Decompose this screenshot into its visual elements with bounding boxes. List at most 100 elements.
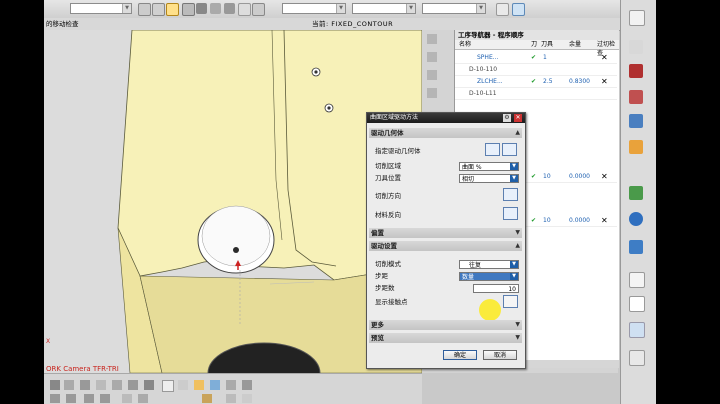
- snap-icon[interactable]: [166, 3, 179, 16]
- tool-value: 10: [543, 173, 551, 180]
- clock-icon[interactable]: [629, 272, 645, 288]
- surface-area-drive-dialog: 曲面区域驱动方法 ⚙ ✕ 驱动几何体 ▲ 指定驱动几何体 切削区域 曲面 % ▼ 刀…: [366, 112, 526, 369]
- box-icon[interactable]: [210, 380, 220, 390]
- section-more[interactable]: 更多 ▼: [369, 320, 522, 330]
- tool-icon[interactable]: [496, 3, 509, 16]
- arrow-icon[interactable]: [84, 394, 94, 403]
- geometry-tab-icon[interactable]: [629, 114, 643, 128]
- chevron-down-icon: ▼: [336, 4, 345, 13]
- cube-icon[interactable]: [512, 3, 525, 16]
- cut-pattern-label: 切削模式: [375, 260, 401, 268]
- cross-icon: ✕: [601, 216, 608, 225]
- page-icon[interactable]: [629, 296, 645, 312]
- method-combo[interactable]: ▼: [352, 3, 416, 14]
- machine-icon[interactable]: [629, 64, 643, 78]
- palette-icon[interactable]: [629, 186, 643, 200]
- navigator-tab-icon[interactable]: [629, 10, 645, 26]
- flashlight-icon[interactable]: [502, 143, 517, 156]
- nav-toolbar-icon[interactable]: [427, 70, 437, 80]
- cut-area-select[interactable]: 曲面 % ▼: [459, 162, 519, 171]
- solid-icon[interactable]: [202, 394, 212, 403]
- material-direction-label: 材料反向: [375, 211, 401, 219]
- tool-tab-icon[interactable]: [629, 90, 643, 104]
- tool-value: 2.5: [543, 78, 553, 85]
- cancel-button[interactable]: 取消: [483, 350, 517, 360]
- current-mode-text: 当前: FIXED_CONTOUR: [312, 20, 394, 28]
- dialog-titlebar[interactable]: 曲面区域驱动方法 ⚙ ✕: [367, 113, 525, 123]
- group-name: D-10-L11: [469, 90, 497, 97]
- nav-toolbar-icon[interactable]: [427, 52, 437, 62]
- chevron-up-icon: ▲: [515, 129, 520, 136]
- cube-icon[interactable]: [194, 380, 204, 390]
- system-icon[interactable]: [629, 350, 645, 366]
- settings-icon[interactable]: [629, 40, 643, 54]
- section-drive-settings[interactable]: 驱动设置 ▲: [369, 241, 522, 251]
- ok-button[interactable]: 确定: [443, 350, 477, 360]
- chevron-down-icon: ▼: [515, 321, 520, 328]
- tool-icon[interactable]: [138, 394, 148, 403]
- shade-icon[interactable]: [242, 394, 252, 403]
- move-icon[interactable]: [238, 3, 251, 16]
- section-drive-geometry[interactable]: 驱动几何体 ▲: [369, 128, 522, 138]
- table-row[interactable]: ZLCHE... ✔ 2.5 0.8300 ✕: [455, 76, 617, 88]
- close-icon[interactable]: ✕: [514, 114, 522, 122]
- operation-name: SPHE...: [477, 54, 499, 61]
- chevron-down-icon: ▼: [406, 4, 415, 13]
- cut-pattern-select[interactable]: 往复 ▼: [459, 260, 519, 269]
- chevron-down-icon: ▼: [515, 334, 520, 341]
- left-status-text: 的移动检查: [46, 20, 79, 28]
- step-over-select[interactable]: 数量 ▼: [459, 272, 519, 281]
- edit-icon[interactable]: [144, 380, 154, 390]
- web-icon[interactable]: [629, 212, 643, 226]
- arrow-icon[interactable]: [100, 394, 110, 403]
- tool-position-label: 刀具位置: [375, 174, 401, 182]
- cross-arrows-icon[interactable]: [503, 207, 518, 220]
- section-title: 驱动设置: [371, 242, 397, 250]
- view-icon[interactable]: [224, 3, 235, 14]
- assembly-icon[interactable]: [152, 3, 165, 16]
- select-icon[interactable]: [138, 3, 151, 16]
- arrow-icon[interactable]: [50, 394, 60, 403]
- layer-icon[interactable]: [50, 380, 60, 390]
- rotate-icon[interactable]: [128, 380, 138, 390]
- point-icon[interactable]: [182, 3, 195, 16]
- layer-combo[interactable]: ▼: [282, 3, 346, 14]
- nav-toolbar-icon[interactable]: [427, 88, 437, 98]
- section-preview[interactable]: 预览 ▼: [369, 333, 522, 343]
- chevron-down-icon: ▼: [510, 163, 518, 170]
- direction-arrow-icon[interactable]: [503, 188, 518, 201]
- table-row[interactable]: SPHE... ✔ 1 ✕: [455, 52, 617, 64]
- table-row[interactable]: D-10-110: [455, 64, 617, 76]
- role-icon[interactable]: [629, 322, 645, 338]
- render-icon[interactable]: [226, 394, 236, 403]
- method-tab-icon[interactable]: [629, 140, 643, 154]
- gear-icon[interactable]: ⚙: [503, 114, 511, 122]
- tool-value: 10: [543, 217, 551, 224]
- table-row[interactable]: D-10-L11: [455, 88, 617, 100]
- plus-icon[interactable]: [96, 380, 106, 390]
- arrow-icon[interactable]: [66, 394, 76, 403]
- check-icon: ✔: [531, 54, 537, 61]
- tool-position-select[interactable]: 相切 ▼: [459, 174, 519, 183]
- grid-icon[interactable]: [178, 380, 188, 390]
- select-geometry-icon[interactable]: [485, 143, 500, 156]
- tool-icon[interactable]: [122, 394, 132, 403]
- curve-icon[interactable]: [196, 3, 207, 14]
- nav-toolbar-icon[interactable]: [427, 34, 437, 44]
- specify-drive-label: 指定驱动几何体: [375, 147, 421, 155]
- view-icon[interactable]: [242, 380, 252, 390]
- page-icon[interactable]: [162, 380, 174, 392]
- contact-point-icon[interactable]: [503, 295, 518, 308]
- filter-combo[interactable]: ▼: [70, 3, 132, 14]
- sphere-icon[interactable]: [226, 380, 236, 390]
- rotate-icon[interactable]: [210, 3, 221, 14]
- navigator-header: 名称 刀 刀具 余量 过切检查: [455, 40, 619, 57]
- snap-icon[interactable]: [64, 380, 74, 390]
- geometry-combo[interactable]: ▼: [422, 3, 486, 14]
- grid-icon[interactable]: [252, 3, 265, 16]
- measure-icon[interactable]: [112, 380, 122, 390]
- arc-icon[interactable]: [80, 380, 90, 390]
- section-offset[interactable]: 偏置 ▼: [369, 228, 522, 238]
- step-count-input[interactable]: 10: [473, 284, 519, 293]
- history-icon[interactable]: [629, 240, 643, 254]
